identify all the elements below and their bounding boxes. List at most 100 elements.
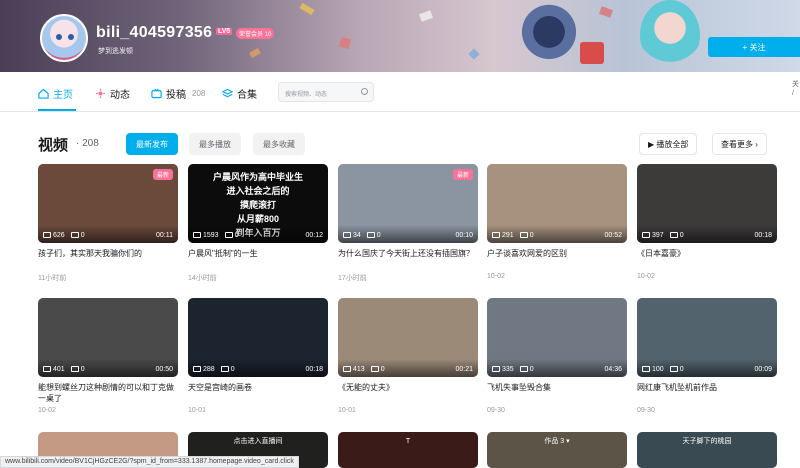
video-card[interactable]: 最新 626 0 00:11 孩子们，其实那天我骗你们的 11小时前 [38, 164, 178, 283]
play-all-button[interactable]: ▶ 播放全部 [639, 133, 698, 155]
video-card[interactable]: 401 0 00:50 能想到螺丝刀这种剧情的可以和丁克做一桌了 10-02 [38, 298, 178, 414]
play-count: 291 [492, 232, 514, 239]
video-thumbnail[interactable]: 天子脚下的桃园 [637, 432, 777, 468]
video-time: 10-02 [487, 273, 505, 280]
danmaku-icon [370, 366, 379, 372]
video-card[interactable]: 397 0 00:18 《日本嘉豪》 10-02 [637, 164, 777, 280]
search-placeholder: 搜索视频、动态 [285, 92, 328, 98]
home-icon [38, 88, 49, 99]
video-duration: 00:21 [455, 366, 473, 373]
video-time: 10-01 [188, 407, 206, 414]
video-stats: 413 0 00:21 [338, 359, 478, 377]
danmaku-count: 0 [70, 232, 85, 239]
danmaku-icon [366, 232, 375, 238]
video-thumbnail[interactable]: 401 0 00:50 [38, 298, 178, 377]
video-thumbnail[interactable]: 户晨风作为高中毕业生 进入社会之后的 摸爬滚打 从月薪800 到年入百万 159… [188, 164, 328, 243]
see-more-button[interactable]: 查看更多 › [712, 133, 767, 155]
video-card[interactable]: 100 0 00:09 网红康飞机坠机前作品 09-30 [637, 298, 777, 414]
video-time: 10-01 [338, 407, 356, 414]
danmaku-icon [519, 232, 528, 238]
video-title[interactable]: 《无能的丈夫》 [338, 382, 478, 404]
video-card[interactable]: 户晨风作为高中毕业生 进入社会之后的 摸爬滚打 从月薪800 到年入百万 159… [188, 164, 328, 283]
thumbnail-caption: 点击进入直播间 [233, 438, 283, 445]
video-thumbnail[interactable]: 最新 626 0 00:11 [38, 164, 178, 243]
video-title[interactable]: 能想到螺丝刀这种剧情的可以和丁克做一桌了 [38, 382, 178, 404]
tab-collections[interactable]: 合集 [222, 86, 257, 101]
video-card[interactable]: 335 0 04:36 飞机失事坠毁合集 09-30 [487, 298, 627, 414]
follow-button[interactable]: + 关注 [708, 37, 800, 57]
search-input[interactable]: 搜索视频、动态 [278, 82, 374, 102]
video-card[interactable]: 最新 34 0 00:10 为什么国庆了今天街上还没有插国旗？ 17小时前 [338, 164, 478, 283]
user-sign: 梦到逃发顿 [98, 48, 133, 55]
danmaku-count: 0 [220, 366, 235, 373]
play-count: 626 [43, 232, 65, 239]
danmaku-count: 0 [370, 366, 385, 373]
vip-badge: 荣誉会员 10 [236, 28, 275, 39]
danmaku-count: 0 [224, 232, 238, 239]
video-thumbnail[interactable]: 413 0 00:21 [338, 298, 478, 377]
video-card[interactable]: 291 0 00:52 户子谈喜欢网爱的区别 10-02 [487, 164, 627, 280]
tab-count: 208 [192, 89, 206, 98]
video-title[interactable]: 网红康飞机坠机前作品 [637, 382, 777, 404]
danmaku-icon [669, 366, 678, 372]
play-count: 100 [642, 366, 664, 373]
video-thumbnail[interactable]: T [338, 432, 478, 468]
video-card[interactable]: 288 0 00:18 天空是宫崎的画卷 10-01 [188, 298, 328, 414]
play-icon [43, 232, 51, 238]
thumbnail-caption: 作品 3 ▾ [544, 438, 570, 445]
video-thumbnail[interactable]: 335 0 04:36 [487, 298, 627, 377]
video-card[interactable]: 413 0 00:21 《无能的丈夫》 10-01 [338, 298, 478, 414]
sort-latest[interactable]: 最新发布 [126, 133, 178, 155]
video-thumbnail[interactable]: 291 0 00:52 [487, 164, 627, 243]
banner-character-left [520, 4, 578, 66]
danmaku-icon [224, 232, 233, 238]
video-thumbnail[interactable]: 288 0 00:18 [188, 298, 328, 377]
video-thumbnail[interactable]: 作品 3 ▾ [487, 432, 627, 468]
profile-banner: bili_404597356 LV5 荣誉会员 10 梦到逃发顿 + 关注 [0, 0, 800, 72]
video-title[interactable]: 户晨风"抵制"的一生 [188, 248, 328, 270]
video-title[interactable]: 孩子们，其实那天我骗你们的 [38, 248, 178, 270]
edge-label: 关 / [792, 81, 799, 97]
video-duration: 00:18 [305, 366, 323, 373]
play-icon [642, 366, 650, 372]
video-time: 11小时前 [38, 275, 67, 282]
tab-uploads[interactable]: 投稿 208 [151, 86, 205, 101]
level-badge: LV5 [216, 28, 233, 35]
video-title[interactable]: 飞机失事坠毁合集 [487, 382, 627, 404]
danmaku-count: 0 [366, 232, 381, 239]
video-duration: 00:12 [305, 232, 323, 239]
video-title[interactable]: 天空是宫崎的画卷 [188, 382, 328, 404]
video-stats: 100 0 00:09 [637, 359, 777, 377]
video-duration: 00:11 [156, 232, 173, 239]
video-stats: 1593 0 00:12 [188, 225, 328, 243]
sort-most-played[interactable]: 最多播放 [189, 133, 241, 155]
video-duration: 00:18 [754, 232, 772, 239]
danmaku-count: 0 [519, 232, 534, 239]
status-bar-url: www.bilibili.com/video/BV1CjHGzCE2G/?spm… [0, 456, 299, 468]
danmaku-count: 0 [669, 232, 684, 239]
video-thumbnail[interactable]: 397 0 00:18 [637, 164, 777, 243]
video-thumbnail[interactable]: 最新 34 0 00:10 [338, 164, 478, 243]
play-icon [193, 366, 201, 372]
play-count: 288 [193, 366, 215, 373]
video-title[interactable]: 户子谈喜欢网爱的区别 [487, 248, 627, 270]
play-icon [43, 366, 51, 372]
play-icon [343, 366, 351, 372]
video-thumbnail[interactable]: 100 0 00:09 [637, 298, 777, 377]
video-time: 09-30 [637, 407, 655, 414]
username: bili_404597356 [96, 24, 213, 41]
tab-label: 投稿 [166, 90, 186, 101]
video-title[interactable]: 《日本嘉豪》 [637, 248, 777, 270]
tab-home[interactable]: 主页 [38, 86, 73, 101]
sort-most-favorited[interactable]: 最多收藏 [253, 133, 305, 155]
video-title[interactable]: 为什么国庆了今天街上还没有插国旗？ [338, 248, 478, 270]
play-count: 1593 [193, 232, 219, 239]
play-icon [343, 232, 351, 238]
tab-dynamic[interactable]: 动态 [95, 86, 130, 101]
video-stats: 335 0 04:36 [487, 359, 627, 377]
tab-label: 主页 [53, 90, 73, 101]
new-badge: 最新 [152, 169, 173, 180]
search-icon[interactable] [361, 88, 368, 95]
user-avatar[interactable] [40, 14, 88, 62]
video-stats: 626 0 00:11 [38, 225, 178, 243]
